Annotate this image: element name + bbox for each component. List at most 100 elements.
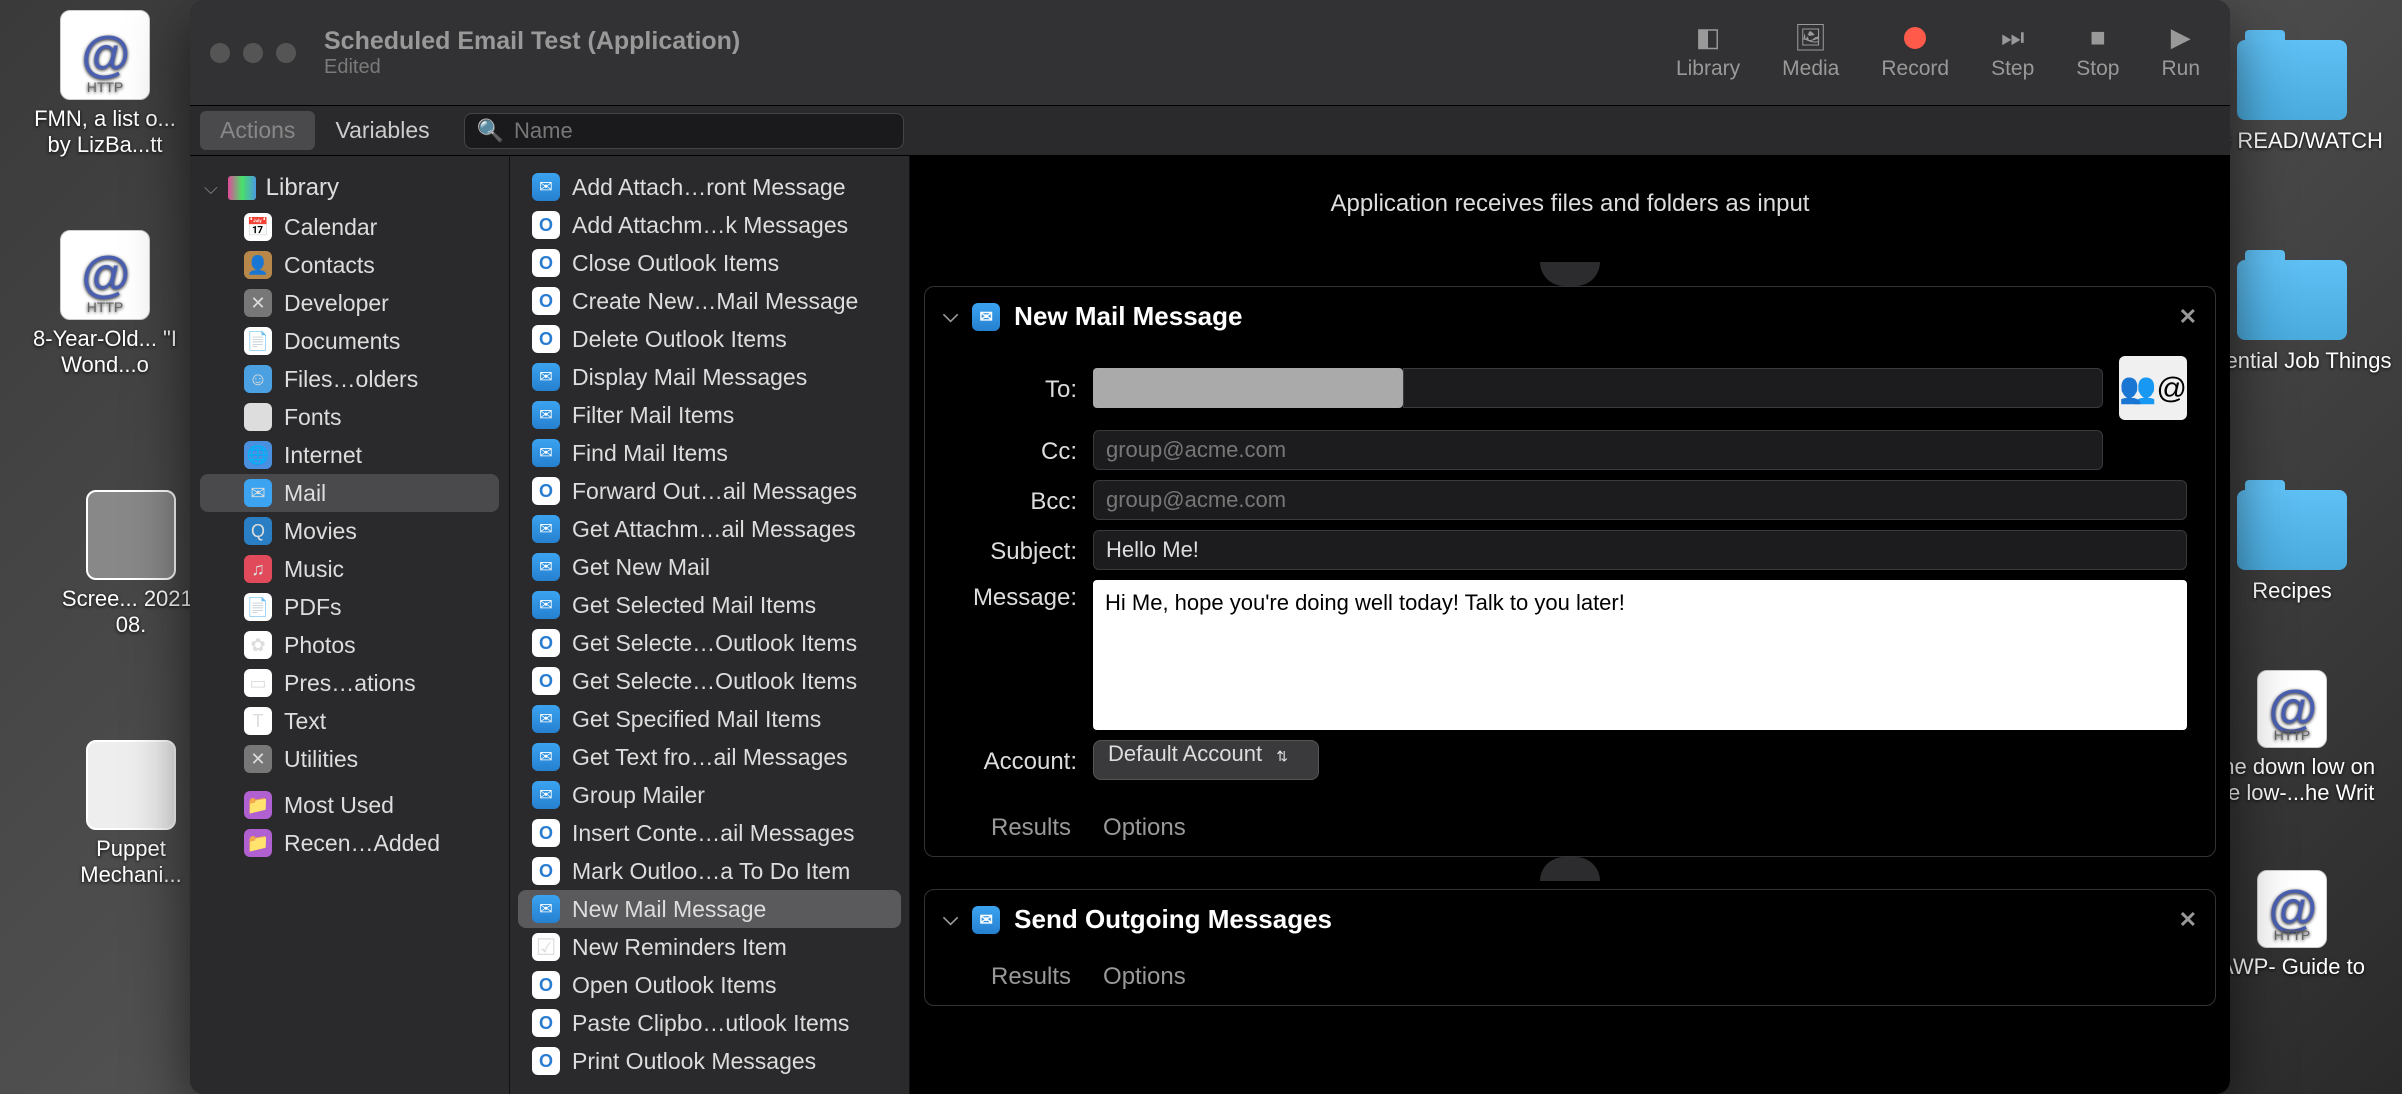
tab-variables[interactable]: Variables [315,111,449,150]
results-button[interactable]: Results [991,814,1071,842]
tab-actions[interactable]: Actions [200,111,315,150]
action-item-label: Filter Mail Items [572,402,734,429]
action-item[interactable]: OMark Outloo…a To Do Item [518,852,901,890]
close-icon[interactable]: ✕ [2179,907,2197,933]
titlebar[interactable]: Scheduled Email Test (Application) Edite… [190,0,2230,106]
library-item-developer[interactable]: ✕Developer [200,284,499,322]
account-label: Account: [953,744,1093,776]
close-window-button[interactable] [210,43,230,63]
workflow-panel[interactable]: Application receives files and folders a… [910,156,2230,1094]
library-item-music[interactable]: ♫Music [200,550,499,588]
toolbar-step-button[interactable]: ⏭ Step [1991,25,2034,81]
library-item-utilities[interactable]: ✕Utilities [200,740,499,778]
action-item[interactable]: ✉Get Selected Mail Items [518,586,901,624]
to-input[interactable] [1403,368,2103,408]
image-thumb-icon [86,740,176,830]
chevron-down-icon[interactable]: ⌵ [943,908,958,931]
smart-folder-recenadded[interactable]: 📁Recen…Added [200,824,499,862]
subject-input[interactable] [1093,530,2187,570]
library-item-text[interactable]: TText [200,702,499,740]
action-item[interactable]: OPaste Clipbo…utlook Items [518,1004,901,1042]
action-item[interactable]: OClose Outlook Items [518,244,901,282]
action-item-label: Get New Mail [572,554,710,581]
action-item[interactable]: ODelete Outlook Items [518,320,901,358]
action-item-label: Forward Out…ail Messages [572,478,857,505]
maximize-window-button[interactable] [276,43,296,63]
smart-folder-mostused[interactable]: 📁Most Used [200,786,499,824]
action-item[interactable]: OPrint Outlook Messages [518,1042,901,1080]
action-item[interactable]: ✉Group Mailer [518,776,901,814]
action-item[interactable]: OGet Selecte…Outlook Items [518,662,901,700]
action-item[interactable]: OForward Out…ail Messages [518,472,901,510]
toolbar-record-button[interactable]: Record [1881,25,1949,81]
library-item-contacts[interactable]: 👤Contacts [200,246,499,284]
library-item-label: PDFs [284,594,342,621]
action-item[interactable]: ✉New Mail Message [518,890,901,928]
library-item-label: Movies [284,518,357,545]
library-header[interactable]: ⌵ Library [190,168,509,208]
desktop-file-8year[interactable]: @ 8-Year-Old... "I Wond...o [30,230,180,378]
minimize-window-button[interactable] [243,43,263,63]
action-item[interactable]: OAdd Attachm…k Messages [518,206,901,244]
action-item[interactable]: ✉Display Mail Messages [518,358,901,396]
close-icon[interactable]: ✕ [2179,304,2197,330]
desktop-file-fmn[interactable]: @ FMN, a list o... by LizBa...tt [30,10,180,158]
action-item[interactable]: ☑New Reminders Item [518,928,901,966]
options-button[interactable]: Options [1103,963,1186,991]
library-item-label: Most Used [284,792,394,819]
options-button[interactable]: Options [1103,814,1186,842]
library-item-fonts[interactable]: AFonts [200,398,499,436]
action-item[interactable]: ✉Filter Mail Items [518,396,901,434]
action-item[interactable]: ✉Get Attachm…ail Messages [518,510,901,548]
toolbar-library-button[interactable]: ◧ Library [1676,25,1740,81]
library-item-pdfs[interactable]: 📄PDFs [200,588,499,626]
cc-input[interactable] [1093,430,2103,470]
action-item-label: Paste Clipbo…utlook Items [572,1010,849,1037]
action-item-label: Mark Outloo…a To Do Item [572,858,850,885]
library-item-internet[interactable]: 🌐Internet [200,436,499,474]
action-item[interactable]: ✉Get Specified Mail Items [518,700,901,738]
action-item[interactable]: ✉Find Mail Items [518,434,901,472]
mail-app-icon: ✉ [532,553,560,581]
folder-icon [2237,260,2347,340]
library-item-filesolders[interactable]: ☺Files…olders [200,360,499,398]
desktop-file-puppet[interactable]: Puppet Mechani... [56,740,206,888]
action-item[interactable]: ✉ Get New Mail [518,548,901,586]
workflow-input-header: Application receives files and folders a… [910,156,2230,262]
action-item[interactable]: ✉Get Text fro…ail Messages [518,738,901,776]
action-card-header[interactable]: ⌵ ✉ New Mail Message ✕ [925,287,2215,346]
library-item-mail[interactable]: ✉Mail [200,474,499,512]
toolbar-stop-button[interactable]: ■ Stop [2076,25,2119,81]
category-icon: 🌐 [244,441,272,469]
library-item-calendar[interactable]: 📅Calendar [200,208,499,246]
library-item-label: Fonts [284,404,342,431]
library-item-movies[interactable]: QMovies [200,512,499,550]
cc-label: Cc: [953,434,1093,466]
action-item[interactable]: OOpen Outlook Items [518,966,901,1004]
toolbar-media-button[interactable]: 🖼 Media [1782,25,1839,81]
contacts-picker-button[interactable]: 👥@ [2119,356,2187,420]
to-token[interactable] [1093,368,1403,408]
search-input[interactable]: 🔍 Name [464,113,904,149]
mail-app-icon: ✉ [532,173,560,201]
bcc-input[interactable] [1093,480,2187,520]
library-item-documents[interactable]: 📄Documents [200,322,499,360]
results-button[interactable]: Results [991,963,1071,991]
action-card-header[interactable]: ⌵ ✉ Send Outgoing Messages ✕ [925,890,2215,949]
action-item[interactable]: OGet Selecte…Outlook Items [518,624,901,662]
library-item-photos[interactable]: ✿Photos [200,626,499,664]
chevron-down-icon[interactable]: ⌵ [943,305,958,328]
action-item[interactable]: OInsert Conte…ail Messages [518,814,901,852]
action-item-label: New Mail Message [572,896,766,923]
account-select[interactable]: Default Account ⇅ [1093,740,1319,780]
action-item[interactable]: ✉Add Attach…ront Message [518,168,901,206]
http-icon: @ [2257,870,2327,948]
action-item[interactable]: OCreate New…Mail Message [518,282,901,320]
desktop-file-screenshot[interactable]: Scree... 2021-08. [56,490,206,638]
message-textarea[interactable] [1093,580,2187,730]
folder-icon [2237,490,2347,570]
toolbar-run-button[interactable]: ▶ Run [2161,25,2200,81]
library-item-presations[interactable]: ▭Pres…ations [200,664,499,702]
action-item-label: Get Selecte…Outlook Items [572,668,857,695]
reminders-app-icon: ☑ [532,933,560,961]
